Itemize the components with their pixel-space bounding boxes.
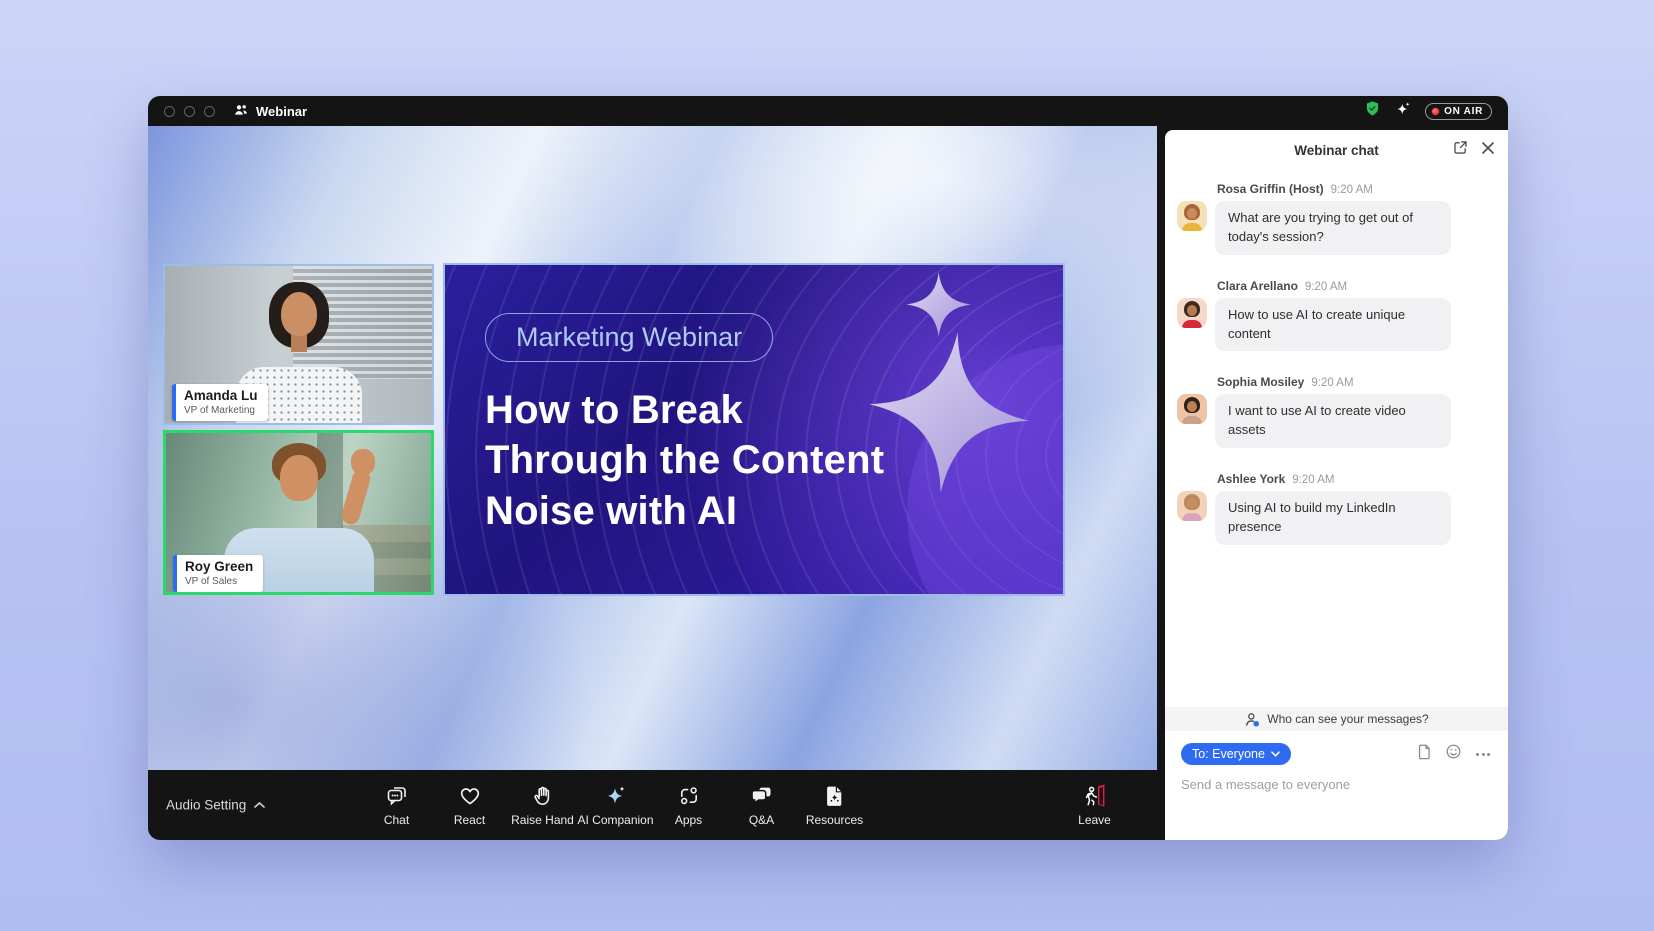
- speaker-name: Roy Green: [185, 559, 253, 575]
- compose-area: To: Everyone: [1165, 731, 1508, 840]
- audio-setting-label: Audio Setting: [166, 798, 246, 813]
- chat-message: Ashlee York 9:20 AM Using AI to build my …: [1177, 472, 1494, 545]
- heart-icon: [457, 783, 483, 809]
- document-sparkle-icon: [822, 783, 848, 809]
- to-selector-label: To: Everyone: [1192, 747, 1265, 761]
- window-title-label: Webinar: [256, 104, 307, 119]
- message-time: 9:20 AM: [1331, 184, 1373, 196]
- avatar: [1177, 491, 1207, 521]
- titlebar-right: ON AIR: [1364, 100, 1492, 123]
- apps-button[interactable]: Apps: [652, 783, 725, 827]
- chat-bubbles-icon: [384, 783, 410, 809]
- shield-check-icon: [1364, 100, 1381, 122]
- chat-panel: Webinar chat Rosa Griffin (Host)9:2: [1165, 130, 1508, 840]
- slide-title: How to Break Through the Content Noise w…: [485, 385, 884, 536]
- leave-door-icon: [1082, 783, 1108, 809]
- audio-setting-button[interactable]: Audio Setting: [166, 798, 265, 813]
- privacy-note[interactable]: Who can see your messages?: [1165, 707, 1508, 731]
- participants-icon: [233, 102, 249, 121]
- chat-message: Clara Arellano 9:20 AM How to use AI to c…: [1177, 279, 1494, 352]
- resources-button[interactable]: Resources: [798, 783, 871, 827]
- speaker-name: Amanda Lu: [184, 388, 258, 404]
- apps-icon: [676, 783, 702, 809]
- avatar: [1177, 201, 1207, 231]
- speaker-role: VP of Marketing: [184, 405, 258, 416]
- qa-button[interactable]: Q&A: [725, 783, 798, 827]
- avatar: [1177, 298, 1207, 328]
- on-air-dot-icon: [1432, 108, 1439, 115]
- window-controls: [164, 106, 215, 117]
- window-minimize-button[interactable]: [184, 106, 195, 117]
- slide-badge: Marketing Webinar: [485, 313, 773, 362]
- person-privacy-icon: [1244, 711, 1261, 728]
- ai-companion-button[interactable]: AI Companion: [579, 783, 652, 827]
- to-selector[interactable]: To: Everyone: [1181, 743, 1291, 765]
- message-bubble: How to use AI to create unique content: [1215, 298, 1451, 352]
- titlebar: Webinar ON AIR: [148, 96, 1508, 126]
- video-tile-roy-active-speaker[interactable]: Roy Green VP of Sales: [163, 430, 434, 595]
- avatar: [1177, 394, 1207, 424]
- close-icon[interactable]: [1481, 141, 1495, 160]
- window-title: Webinar: [233, 102, 307, 121]
- chat-message: Rosa Griffin (Host) 9:20 AM What are you …: [1177, 182, 1494, 255]
- window-zoom-button[interactable]: [204, 106, 215, 117]
- message-time: 9:20 AM: [1292, 474, 1334, 486]
- message-time: 9:20 AM: [1305, 281, 1347, 293]
- ai-sparkle-icon: [603, 783, 629, 809]
- leave-button[interactable]: Leave: [1058, 783, 1131, 827]
- message-input[interactable]: Send a message to everyone: [1181, 777, 1492, 840]
- raise-hand-button[interactable]: Raise Hand: [506, 783, 579, 827]
- chat-header: Webinar chat: [1165, 130, 1508, 170]
- chat-button[interactable]: Chat: [360, 783, 433, 827]
- presentation-slide: Marketing Webinar How to Break Through t…: [443, 263, 1065, 596]
- toolbar: Audio Setting Chat: [148, 770, 1157, 840]
- react-button[interactable]: React: [433, 783, 506, 827]
- toolbar-buttons: Chat React Raise Hand: [360, 783, 871, 827]
- window-close-button[interactable]: [164, 106, 175, 117]
- chevron-down-icon: [1271, 751, 1280, 757]
- emoji-icon[interactable]: [1445, 743, 1462, 765]
- speaker-role: VP of Sales: [185, 576, 253, 587]
- qa-bubbles-icon: [749, 783, 775, 809]
- message-bubble: Using AI to build my LinkedIn presence: [1215, 491, 1451, 545]
- sender-name: Rosa Griffin (Host): [1217, 182, 1324, 196]
- message-bubble: I want to use AI to create video assets: [1215, 394, 1451, 448]
- message-bubble: What are you trying to get out of today'…: [1215, 201, 1451, 255]
- ai-companion-titlebar-icon[interactable]: [1394, 100, 1412, 123]
- chat-message: Sophia Mosiley 9:20 AM I want to use AI t…: [1177, 375, 1494, 448]
- video-stage: Amanda Lu VP of Marketing Roy Green VP o…: [148, 126, 1157, 770]
- pop-out-icon[interactable]: [1452, 139, 1469, 161]
- privacy-note-label: Who can see your messages?: [1267, 712, 1428, 726]
- webinar-window: Webinar ON AIR: [148, 96, 1508, 840]
- chat-message-list: Rosa Griffin (Host) 9:20 AM What are you …: [1165, 170, 1508, 569]
- nametag-amanda: Amanda Lu VP of Marketing: [172, 384, 268, 421]
- sender-name: Sophia Mosiley: [1217, 375, 1304, 389]
- message-time: 9:20 AM: [1311, 377, 1353, 389]
- sender-name: Ashlee York: [1217, 472, 1285, 486]
- video-tile-amanda[interactable]: Amanda Lu VP of Marketing: [163, 264, 434, 425]
- on-air-badge: ON AIR: [1425, 103, 1492, 120]
- chevron-up-icon: [254, 802, 265, 809]
- chat-title: Webinar chat: [1294, 143, 1379, 158]
- nametag-roy: Roy Green VP of Sales: [173, 555, 263, 592]
- more-options-icon[interactable]: [1474, 751, 1492, 758]
- file-attach-icon[interactable]: [1416, 743, 1433, 765]
- sender-name: Clara Arellano: [1217, 279, 1298, 293]
- raised-hand-icon: [530, 783, 556, 809]
- on-air-label: ON AIR: [1444, 106, 1483, 117]
